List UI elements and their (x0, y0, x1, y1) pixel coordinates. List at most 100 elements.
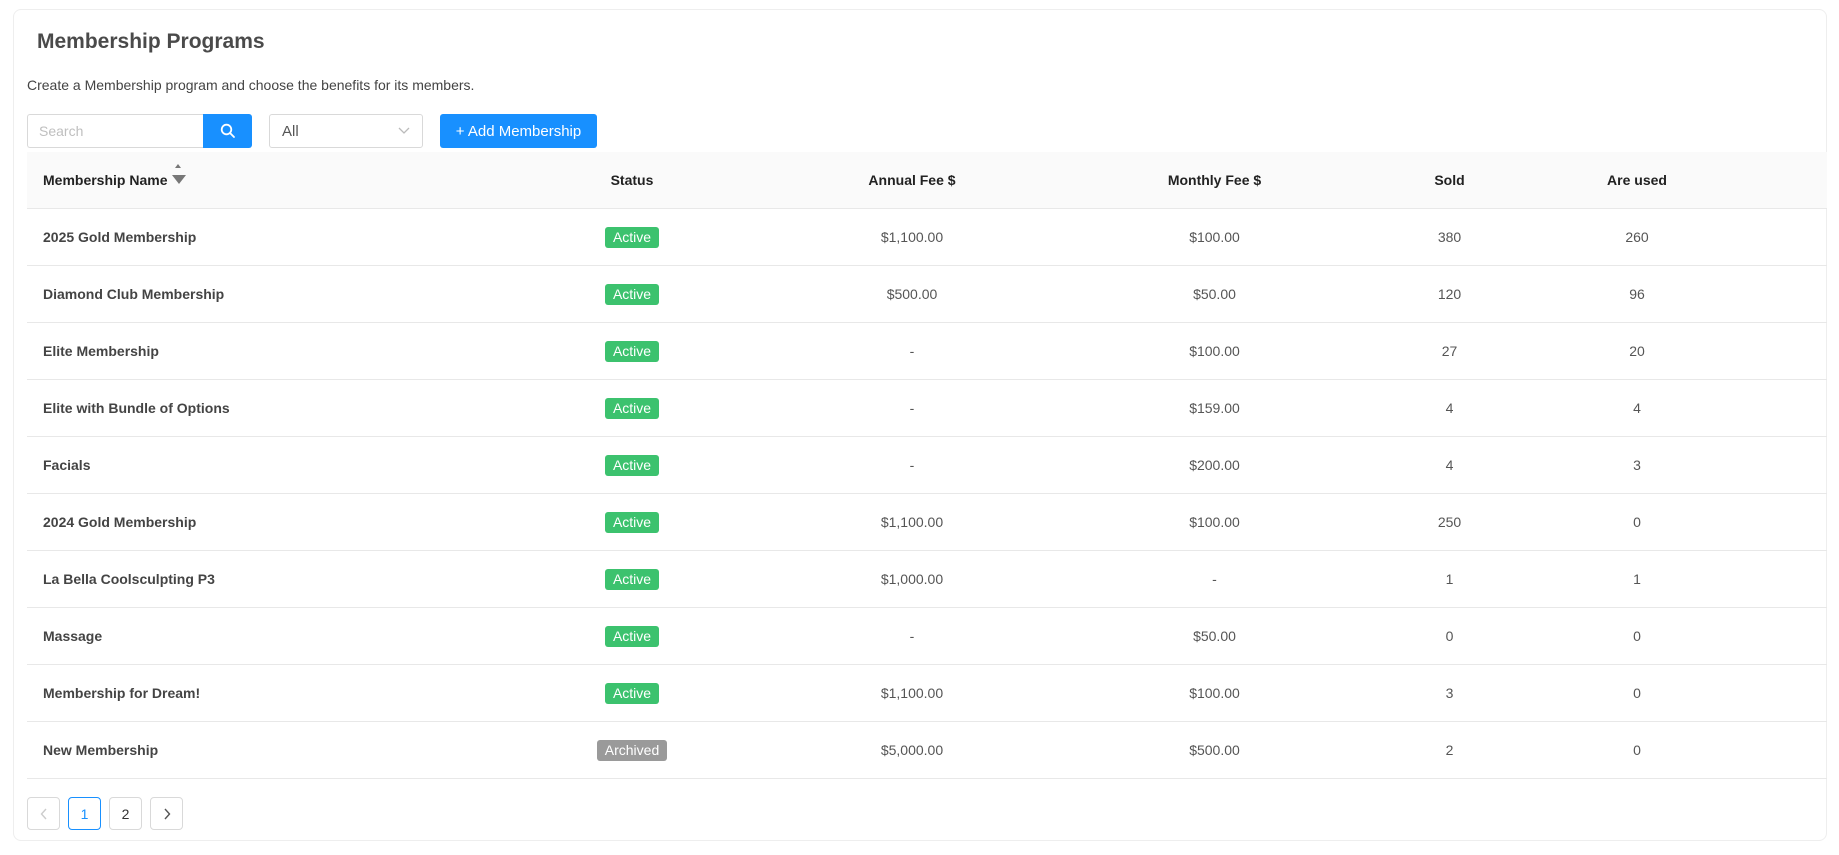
sold-cell: 4 (1445, 400, 1454, 416)
are-used-cell: 0 (1633, 685, 1641, 701)
status-badge: Active (604, 340, 660, 362)
status-badge: Active (604, 226, 660, 248)
search-icon (220, 123, 235, 138)
monthly-fee-cell: $50.00 (1193, 286, 1236, 302)
status-cell: Active (547, 454, 717, 476)
table-row[interactable]: Elite with Bundle of Options Active - $159.… (27, 380, 1827, 437)
status-badge: Active (604, 511, 660, 533)
status-cell: Active (547, 511, 717, 533)
monthly-fee-cell: $50.00 (1193, 628, 1236, 644)
status-badge: Active (604, 625, 660, 647)
status-badge: Active (604, 568, 660, 590)
are-used-cell: 0 (1633, 514, 1641, 530)
table-row[interactable]: Massage Active - $50.00 0 0 (27, 608, 1827, 665)
annual-fee-cell: - (909, 400, 915, 416)
table-body: 2025 Gold Membership Active $1,100.00 $100.… (27, 209, 1827, 779)
column-header-sold: Sold (1434, 172, 1465, 188)
chevron-right-icon (163, 808, 170, 819)
membership-name[interactable]: 2025 Gold Membership (27, 229, 547, 245)
chevron-down-icon (398, 127, 410, 134)
are-used-cell: 3 (1633, 457, 1641, 473)
table-row[interactable]: 2025 Gold Membership Active $1,100.00 $100.… (27, 209, 1827, 266)
table-row[interactable]: 2024 Gold Membership Active $1,100.00 $100.… (27, 494, 1827, 551)
status-filter-value: All (282, 122, 299, 140)
monthly-fee-cell: $100.00 (1189, 514, 1240, 530)
annual-fee-cell: - (909, 628, 915, 644)
membership-name[interactable]: Elite with Bundle of Options (27, 400, 547, 416)
status-badge: Active (604, 454, 660, 476)
annual-fee-cell: $5,000.00 (880, 742, 944, 758)
status-badge: Active (604, 682, 660, 704)
table-row[interactable]: Diamond Club Membership Active $500.00 $50.… (27, 266, 1827, 323)
monthly-fee-cell: $159.00 (1189, 400, 1240, 416)
are-used-cell: 96 (1629, 286, 1645, 302)
are-used-cell: 260 (1625, 229, 1649, 245)
pagination-next-button[interactable] (150, 797, 183, 830)
status-filter-select[interactable]: All (269, 114, 423, 148)
status-cell: Active (547, 226, 717, 248)
membership-name[interactable]: La Bella Coolsculpting P3 (27, 571, 547, 587)
column-header-annual-fee: Annual Fee $ (868, 172, 956, 188)
sold-cell: 0 (1445, 628, 1454, 644)
annual-fee-cell: - (909, 343, 915, 359)
status-cell: Active (547, 283, 717, 305)
annual-fee-cell: $1,100.00 (880, 685, 944, 701)
pagination: 1 2 (27, 797, 183, 830)
membership-name[interactable]: 2024 Gold Membership (27, 514, 547, 530)
pagination-page-1[interactable]: 1 (68, 797, 101, 830)
membership-name[interactable]: Membership for Dream! (27, 685, 547, 701)
sold-cell: 3 (1445, 685, 1454, 701)
status-cell: Active (547, 682, 717, 704)
are-used-cell: 1 (1633, 571, 1641, 587)
membership-table: Membership Name Status Annual Fee $ Mont… (27, 152, 1827, 779)
monthly-fee-cell: $500.00 (1189, 742, 1240, 758)
column-header-name-label: Membership Name (43, 172, 168, 188)
membership-name[interactable]: Facials (27, 457, 547, 473)
page-title: Membership Programs (37, 30, 265, 53)
chevron-left-icon (40, 808, 47, 819)
column-header-name[interactable]: Membership Name (27, 164, 547, 190)
search-input[interactable] (27, 114, 204, 148)
are-used-cell: 4 (1633, 400, 1641, 416)
sold-cell: 380 (1437, 229, 1462, 245)
sold-cell: 2 (1445, 742, 1454, 758)
status-cell: Active (547, 625, 717, 647)
annual-fee-cell: $1,000.00 (880, 571, 944, 587)
annual-fee-cell: - (909, 457, 915, 473)
monthly-fee-cell: - (1212, 571, 1217, 587)
membership-name[interactable]: New Membership (27, 742, 547, 758)
table-row[interactable]: La Bella Coolsculpting P3 Active $1,000.00… (27, 551, 1827, 608)
table-row[interactable]: Elite Membership Active - $100.00 27 20 (27, 323, 1827, 380)
sort-icon[interactable] (171, 164, 187, 190)
status-badge: Archived (596, 739, 668, 761)
status-cell: Active (547, 397, 717, 419)
sold-cell: 4 (1445, 457, 1454, 473)
annual-fee-cell: $1,100.00 (880, 229, 944, 245)
monthly-fee-cell: $200.00 (1189, 457, 1240, 473)
table-row[interactable]: Facials Active - $200.00 4 3 (27, 437, 1827, 494)
are-used-cell: 20 (1629, 343, 1645, 359)
are-used-cell: 0 (1633, 628, 1641, 644)
are-used-cell: 0 (1633, 742, 1641, 758)
membership-name[interactable]: Massage (27, 628, 547, 644)
table-row[interactable]: New Membership Archived $5,000.00 $500.00 2 0 (27, 722, 1827, 779)
status-cell: Active (547, 568, 717, 590)
status-badge: Active (604, 397, 660, 419)
add-membership-button[interactable]: + Add Membership (440, 114, 597, 148)
column-header-are-used: Are used (1607, 172, 1667, 188)
pagination-prev-button[interactable] (27, 797, 60, 830)
column-header-monthly-fee: Monthly Fee $ (1167, 172, 1262, 188)
monthly-fee-cell: $100.00 (1189, 229, 1240, 245)
membership-name[interactable]: Elite Membership (27, 343, 547, 359)
membership-name[interactable]: Diamond Club Membership (27, 286, 547, 302)
monthly-fee-cell: $100.00 (1189, 685, 1240, 701)
table-row[interactable]: Membership for Dream! Active $1,100.00 $100… (27, 665, 1827, 722)
monthly-fee-cell: $100.00 (1189, 343, 1240, 359)
sold-cell: 27 (1441, 343, 1458, 359)
search-button[interactable] (203, 114, 252, 148)
pagination-page-2[interactable]: 2 (109, 797, 142, 830)
column-header-status: Status (610, 172, 654, 188)
sold-cell: 250 (1437, 514, 1462, 530)
status-cell: Active (547, 340, 717, 362)
sort-up-icon (175, 164, 182, 168)
